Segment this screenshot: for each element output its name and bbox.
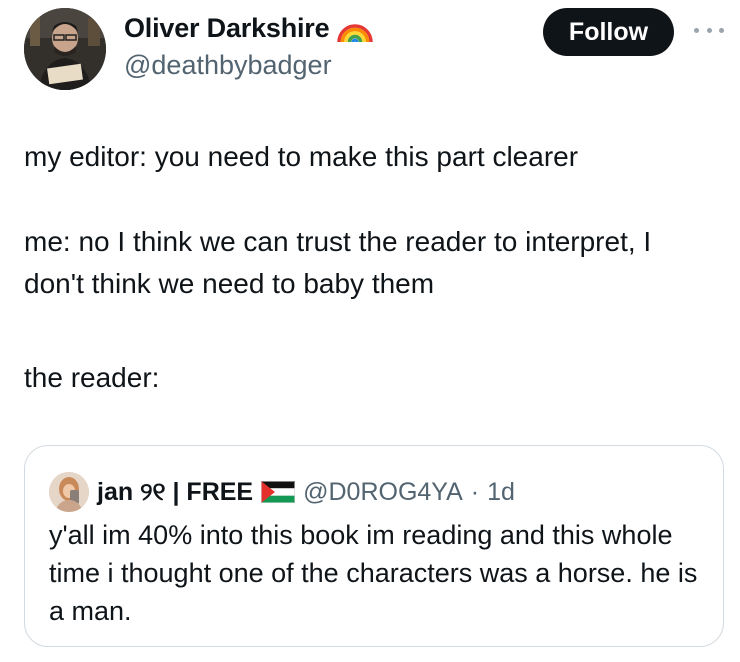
author-display-name[interactable]: Oliver Darkshire (124, 13, 330, 44)
author-name-row: Oliver Darkshire (124, 13, 375, 44)
quote-text: y'all im 40% into this book im reading a… (49, 520, 698, 626)
author-handle[interactable]: @deathbybadger (124, 50, 332, 81)
rainbow-icon (335, 14, 375, 44)
tweet-paragraph: my editor: you need to make this part cl… (24, 141, 579, 172)
quote-tweet-card[interactable]: jan ୨୧ | FREE @D0ROG4YA · 1d y'all im 40… (24, 445, 724, 647)
quote-author-name[interactable]: jan ୨୧ | FREE (97, 478, 253, 507)
quote-author-handle[interactable]: @D0ROG4YA (303, 478, 463, 507)
author-avatar[interactable] (24, 8, 106, 90)
separator-dot: · (470, 477, 480, 506)
quote-header: jan ୨୧ | FREE @D0ROG4YA · 1d (49, 472, 515, 512)
follow-button[interactable]: Follow (543, 8, 674, 56)
tweet-paragraph: me: no I think we can trust the reader t… (24, 226, 652, 299)
more-dots-icon[interactable] (694, 22, 724, 38)
quote-avatar[interactable] (49, 472, 89, 512)
tweet-paragraph: the reader: (24, 362, 160, 393)
palestine-flag-icon (261, 481, 296, 503)
quote-timestamp[interactable]: 1d (487, 478, 515, 507)
